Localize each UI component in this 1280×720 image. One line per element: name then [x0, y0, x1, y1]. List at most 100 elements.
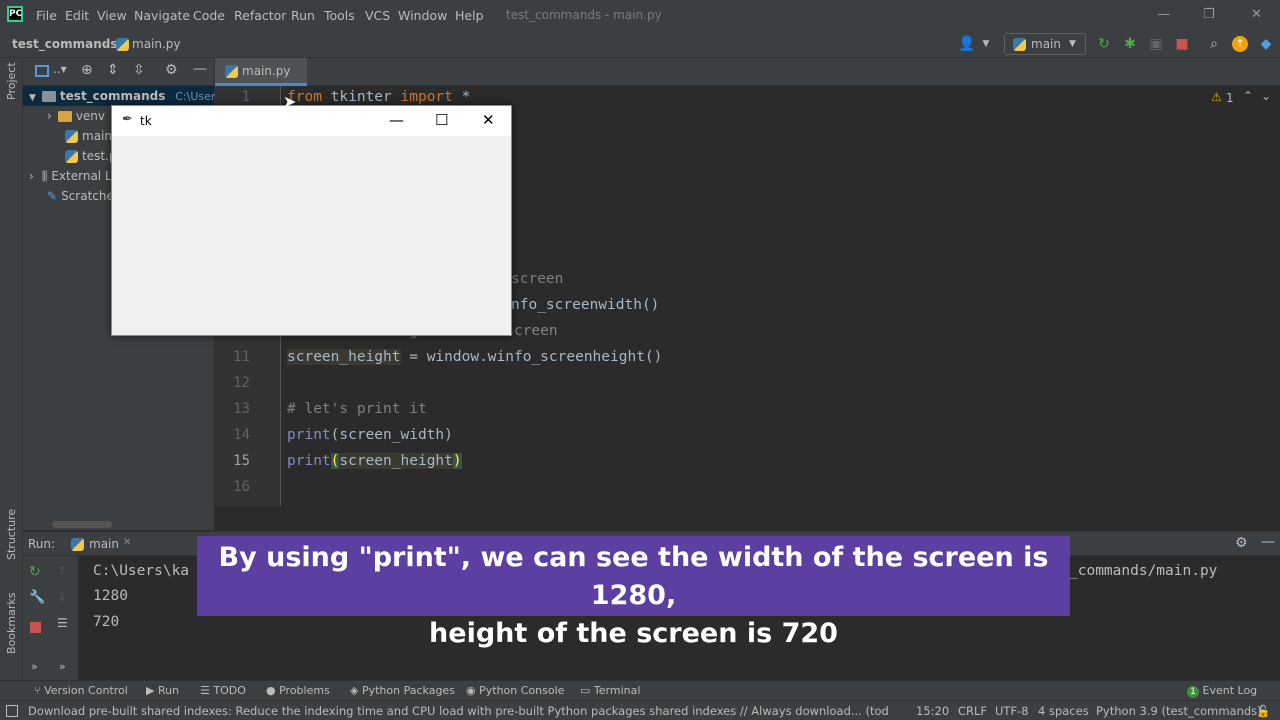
- hide-panel-icon[interactable]: —: [193, 61, 207, 77]
- run-config-label: main: [1031, 37, 1061, 51]
- tool-tab-label: Python Packages: [361, 684, 455, 697]
- warning-icon[interactable]: ⚠: [1211, 90, 1222, 104]
- tool-tab-todo[interactable]: ☰ TODO: [200, 684, 246, 697]
- tree-item-external-libraries[interactable]: › ⫼ External L: [29, 166, 112, 186]
- tk-maximize-icon[interactable]: ☐: [435, 111, 448, 129]
- tool-tab-python-packages[interactable]: ◈ Python Packages: [350, 684, 455, 697]
- menu-tools[interactable]: Tools: [324, 8, 355, 23]
- line-number: 13: [233, 401, 250, 417]
- tab-main-py[interactable]: main.py ✕: [215, 58, 307, 104]
- search-icon[interactable]: ⌕: [1206, 36, 1222, 52]
- tool-tab-problems[interactable]: ● Problems: [266, 684, 330, 697]
- python-icon: [1013, 38, 1026, 51]
- breadcrumb-project[interactable]: test_commands: [12, 37, 118, 51]
- menu-code[interactable]: Code: [193, 8, 225, 23]
- tree-item-test[interactable]: test.p: [65, 146, 116, 166]
- tk-close-icon[interactable]: ✕: [482, 111, 495, 129]
- locate-icon[interactable]: ⊕: [81, 62, 93, 78]
- code-line-13: # let's print it: [287, 401, 427, 417]
- panel-toggle-icon[interactable]: [6, 705, 18, 717]
- restore-icon[interactable]: ❐: [1203, 7, 1215, 22]
- tk-window[interactable]: ✒ tk — ☐ ✕: [111, 105, 512, 336]
- menu-help[interactable]: Help: [455, 8, 484, 23]
- chevron-down-icon: ▼: [1069, 39, 1076, 49]
- menu-edit[interactable]: Edit: [65, 8, 89, 23]
- tool-tab-label: Event Log: [1202, 684, 1258, 697]
- wrench-icon[interactable]: 🔧: [29, 590, 45, 605]
- breadcrumb-file[interactable]: main.py: [132, 37, 181, 51]
- expand-all-icon[interactable]: ⇕: [107, 62, 119, 78]
- lock-icon[interactable]: 🔓: [1256, 704, 1270, 718]
- tool-tab-terminal[interactable]: ▭ Terminal: [580, 684, 640, 697]
- update-icon[interactable]: ↑: [1232, 36, 1248, 52]
- project-view-icon[interactable]: [35, 65, 49, 77]
- chevron-right-icon[interactable]: ›: [29, 169, 34, 183]
- next-highlight-icon[interactable]: ⌄: [1261, 89, 1271, 103]
- chevron-down-icon[interactable]: ▼: [978, 36, 994, 52]
- status-message[interactable]: Download pre-built shared indexes: Reduc…: [28, 704, 888, 718]
- collapse-all-icon[interactable]: ⇳: [133, 62, 145, 78]
- down-icon[interactable]: ↓: [57, 590, 67, 604]
- tree-item-venv[interactable]: › venv: [47, 106, 105, 126]
- run-toolbar: ↻ ↑ 🔧 ↓ ☰ » »: [23, 556, 79, 680]
- console-line-tail: _commands/main.py: [1069, 563, 1218, 579]
- more-icon[interactable]: »: [59, 660, 66, 673]
- menu-refactor[interactable]: Refactor: [234, 8, 286, 23]
- rerun-icon[interactable]: ↻: [1096, 36, 1112, 52]
- menu-vcs[interactable]: VCS: [365, 8, 390, 23]
- more-icon[interactable]: »: [31, 660, 38, 673]
- jetbrains-toolbox-icon[interactable]: ◆: [1258, 36, 1274, 52]
- caret-position[interactable]: 15:20: [916, 704, 949, 718]
- breadcrumb-separator-icon: ›: [104, 36, 109, 50]
- gear-icon[interactable]: ⚙: [165, 62, 178, 78]
- debug-icon[interactable]: ✱: [1122, 36, 1138, 52]
- python-file-icon: [65, 130, 78, 143]
- up-icon[interactable]: ↑: [57, 564, 67, 578]
- tk-titlebar[interactable]: ✒ tk — ☐ ✕: [112, 106, 511, 136]
- file-encoding[interactable]: UTF-8: [995, 704, 1029, 718]
- chevron-right-icon[interactable]: ›: [47, 109, 52, 123]
- interpreter[interactable]: Python 3.9 (test_commands): [1096, 704, 1262, 718]
- indent-setting[interactable]: 4 spaces: [1038, 704, 1089, 718]
- feather-icon: ✒: [122, 112, 133, 127]
- menu-view[interactable]: View: [97, 8, 127, 23]
- prev-highlight-icon[interactable]: ⌃: [1243, 89, 1253, 103]
- project-scrollbar[interactable]: [52, 521, 112, 528]
- line-separator[interactable]: CRLF: [958, 704, 987, 718]
- tree-root[interactable]: ▼ test_commands C:\Users\k: [23, 86, 231, 106]
- tool-tab-event-log[interactable]: 1 Event Log: [1187, 684, 1257, 698]
- tool-tab-python-console[interactable]: ◉ Python Console: [466, 684, 564, 697]
- view-dropdown-icon[interactable]: ..▾: [53, 62, 67, 76]
- rerun-icon[interactable]: ↻: [29, 564, 41, 580]
- stop-icon[interactable]: [30, 622, 41, 633]
- gear-icon[interactable]: ⚙: [1235, 535, 1248, 551]
- menu-file[interactable]: File: [36, 8, 57, 23]
- tree-item-scratches[interactable]: ✎ Scratches: [47, 186, 120, 206]
- close-tab-icon[interactable]: ✕: [123, 537, 131, 548]
- run-tab-main[interactable]: main: [89, 537, 119, 551]
- soft-wrap-icon[interactable]: ☰: [57, 616, 68, 630]
- python-file-icon: [225, 65, 238, 78]
- hide-panel-icon[interactable]: —: [1261, 534, 1275, 550]
- minimize-icon[interactable]: —: [1157, 7, 1170, 22]
- project-tool-tab[interactable]: Project: [5, 62, 18, 100]
- run-configuration-select[interactable]: main ▼: [1004, 33, 1086, 55]
- tool-tab-version-control[interactable]: ⑂ Version Control: [34, 684, 128, 697]
- bookmarks-tool-tab[interactable]: Bookmarks: [5, 593, 18, 654]
- menu-window[interactable]: Window: [398, 8, 447, 23]
- coverage-icon[interactable]: ▣: [1148, 36, 1164, 52]
- menu-navigate[interactable]: Navigate: [134, 8, 190, 23]
- tool-tab-run[interactable]: ▶ Run: [146, 684, 179, 697]
- ide-window: PC File Edit View Navigate Code Refactor…: [0, 0, 1280, 720]
- close-icon[interactable]: ✕: [1251, 7, 1262, 22]
- menu-run[interactable]: Run: [291, 8, 315, 23]
- stop-icon[interactable]: ■: [1174, 36, 1190, 52]
- tree-item-main[interactable]: main.: [65, 126, 116, 146]
- tk-minimize-icon[interactable]: —: [389, 111, 404, 129]
- line-number: 16: [233, 479, 250, 495]
- user-icon[interactable]: 👤: [958, 36, 975, 52]
- expand-arrow-icon[interactable]: ▼: [29, 93, 36, 103]
- console-line: 1280: [93, 588, 128, 604]
- structure-tool-tab[interactable]: Structure: [5, 509, 18, 560]
- pycharm-logo-icon: PC: [7, 6, 23, 22]
